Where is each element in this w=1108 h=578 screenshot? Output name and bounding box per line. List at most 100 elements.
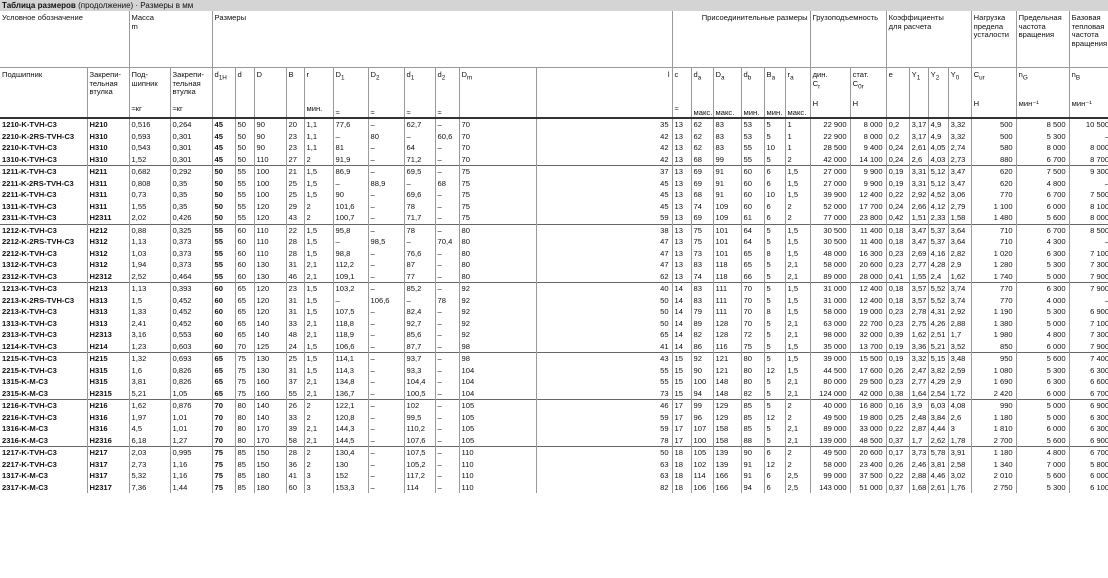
table-cell: 2,87 xyxy=(909,423,929,435)
table-cell: 2,54 xyxy=(928,387,949,400)
table-cell: 5 xyxy=(764,317,786,330)
table-cell: 80 xyxy=(459,259,537,271)
table-cell: 80 000 xyxy=(810,376,851,388)
table-cell: 100 xyxy=(254,165,287,178)
table-cell: 2211-K-2RS-TVH-C3 xyxy=(0,177,88,190)
table-cell: 5 600 xyxy=(1016,470,1070,482)
table-cell: 55 xyxy=(212,223,236,237)
table-cell: 75 xyxy=(691,236,714,248)
table-cell: 45 xyxy=(212,142,236,154)
table-cell: 121 xyxy=(713,364,742,377)
table-cell: – xyxy=(435,481,460,494)
table-cell: 5 xyxy=(764,282,786,295)
table-cell: 13 xyxy=(672,130,692,143)
table-cell: 114 xyxy=(404,481,436,494)
table-cell: 0,301 xyxy=(170,153,213,166)
table-cell: 5 800 xyxy=(1090,459,1108,469)
table-cell: H211 xyxy=(87,165,130,178)
table-cell: 5 xyxy=(764,236,786,248)
table-cell: 27 xyxy=(286,153,305,166)
table-cell: 80 xyxy=(235,423,255,435)
table-cell: 4,16 xyxy=(928,247,949,260)
table-cell: 75 xyxy=(459,189,537,201)
table-cell: H213 xyxy=(87,282,130,295)
table-cell: 70 xyxy=(212,434,236,447)
table-cell: 6 xyxy=(764,212,786,225)
header-Y1: Y1 xyxy=(909,67,929,119)
table-cell: 2,82 xyxy=(948,247,972,260)
table-cell: 4,08 xyxy=(948,399,972,412)
table-cell: H214 xyxy=(87,340,130,353)
table-cell: 6 xyxy=(764,481,786,494)
table-cell: 58 xyxy=(286,434,305,447)
table-cell: 5 xyxy=(764,294,786,307)
table-cell: 1,5 xyxy=(785,294,811,307)
table-cell: 83 xyxy=(713,117,742,131)
table-cell: 1316-K-M-C3 xyxy=(0,423,88,435)
table-cell: 130 xyxy=(254,364,287,377)
table-cell: 90 xyxy=(333,189,369,201)
table-cell: 78 xyxy=(536,434,673,447)
table-cell: 85 xyxy=(235,458,255,471)
table-row: 2212-K-TVH-C3 H312 1,03 0,373 55 60 110 28 1,5 98… xyxy=(0,247,1108,260)
table-row: 2213-K-2RS-TVH-C3 H313 1,5 0,452 60 65 120 31 1,… xyxy=(0,294,1108,307)
table-cell: 6 900 xyxy=(1090,435,1108,445)
table-cell: 60 xyxy=(212,294,236,307)
table-cell: 2,77 xyxy=(909,259,929,271)
table-cell: 55 xyxy=(212,270,236,283)
table-cell: 43 xyxy=(536,352,673,365)
table-cell: 101 xyxy=(713,247,742,260)
table-cell: – xyxy=(435,446,460,459)
table-cell: 5 xyxy=(764,352,786,365)
table-cell: 27 000 xyxy=(810,165,851,178)
table-cell: 78 xyxy=(435,294,460,307)
table-cell: 60 xyxy=(212,340,236,353)
table-cell: 10 xyxy=(764,189,786,201)
table-row: 2212-K-2RS-TVH-C3 H312 1,13 0,373 55 60 110 28 1… xyxy=(0,236,1108,248)
table-cell: 710 xyxy=(971,236,1017,248)
table-cell: 0,37 xyxy=(886,481,910,494)
table-cell: 0,292 xyxy=(170,165,213,178)
table-cell: 4,26 xyxy=(928,317,949,330)
table-cell: 1,5 xyxy=(304,340,334,353)
table-row: 1311-K-TVH-C3 H311 1,55 0,35 50 55 120 29 2 101,6… xyxy=(0,200,1108,213)
table-cell: 59 xyxy=(536,423,673,435)
table-cell: 10 500 xyxy=(1069,117,1108,131)
table-cell: 92 xyxy=(459,294,537,307)
table-cell: – xyxy=(368,153,405,166)
table-cell: 1,5 xyxy=(785,223,811,237)
table-cell: 124 000 xyxy=(810,387,851,400)
table-cell: 5 xyxy=(764,270,786,283)
header-r: r мин. xyxy=(304,67,334,119)
table-cell: 139 xyxy=(713,458,742,471)
table-cell: – xyxy=(368,458,405,471)
table-cell: 65 xyxy=(235,294,255,307)
table-cell: 5,12 xyxy=(928,165,949,178)
table-cell: 3,32 xyxy=(948,130,972,143)
table-cell: 70 xyxy=(212,411,236,424)
table-cell: 58 000 xyxy=(810,458,851,471)
table-cell: 50 xyxy=(235,130,255,143)
table-cell: 13 xyxy=(672,236,692,248)
table-cell: 0,264 xyxy=(170,117,213,131)
table-cell: 3,81 xyxy=(928,458,949,471)
table-cell: 68 xyxy=(435,177,460,190)
table-cell: 5,12 xyxy=(928,177,949,190)
table-cell: 62 xyxy=(691,117,714,131)
table-cell: 69 xyxy=(691,212,714,225)
table-cell: 92 xyxy=(459,306,537,318)
table-cell: 130 xyxy=(254,352,287,365)
table-cell: 4,05 xyxy=(928,142,949,154)
table-cell: 125 xyxy=(254,340,287,353)
table-cell: 1,62 xyxy=(129,399,171,412)
table-cell: 23 xyxy=(286,142,305,154)
table-cell: 3,31 xyxy=(909,177,929,190)
table-cell: 105 xyxy=(459,399,537,412)
table-cell: – xyxy=(368,434,405,447)
table-cell: 2212-K-2RS-TVH-C3 xyxy=(0,236,88,248)
table-cell: 2,92 xyxy=(909,189,929,201)
table-cell: 2,75 xyxy=(909,317,929,330)
table-cell: 82 xyxy=(691,329,714,341)
table-cell: 8 700 xyxy=(1090,154,1108,164)
table-cell: 2 xyxy=(304,153,334,166)
